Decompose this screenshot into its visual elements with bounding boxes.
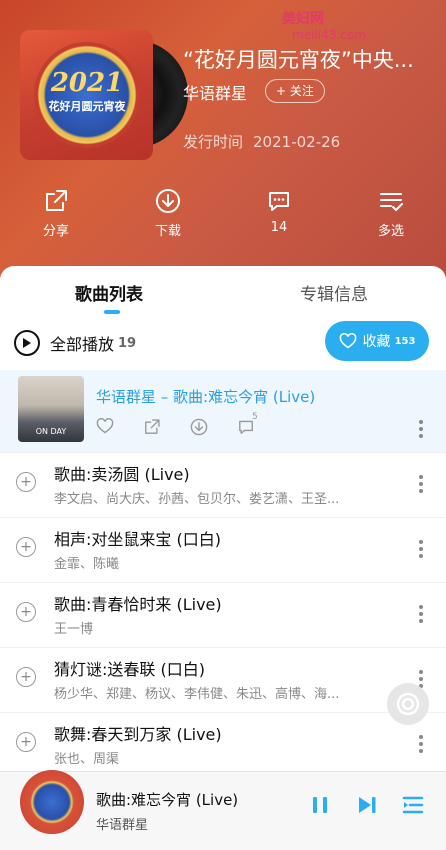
floating-assist-button[interactable] <box>387 683 429 725</box>
comment-icon <box>269 192 289 211</box>
release-label: 发行时间 <box>183 133 244 151</box>
more-options-icon[interactable] <box>418 540 424 561</box>
tab-indicator <box>104 310 120 314</box>
song-name: 相声:对坐鼠来宝 (口白) <box>54 530 221 549</box>
song-row[interactable]: + 歌曲:青春恰时来 (Live) 王一博 <box>0 582 446 647</box>
album-title: “花好月圆元宵夜”中央... <box>183 48 414 72</box>
album-artist[interactable]: 华语群星 <box>183 80 247 104</box>
release-date: 2021-02-26 <box>253 133 341 151</box>
collect-count: 153 <box>394 335 416 347</box>
multi-select-icon <box>380 193 403 211</box>
play-all-button[interactable]: 全部播放 19 <box>14 328 136 358</box>
download-icon <box>156 189 180 213</box>
more-options-icon[interactable] <box>418 475 424 496</box>
tab-album-info[interactable]: 专辑信息 <box>300 280 368 305</box>
row-comment-button[interactable]: 5 <box>237 412 284 440</box>
more-options-icon[interactable] <box>418 605 424 626</box>
like-button[interactable] <box>96 418 143 440</box>
play-icon <box>14 330 40 356</box>
playlist-icon <box>402 796 424 814</box>
song-panel: 歌曲列表 专辑信息 全部播放 19 收藏 153 ON DAY 华语群星 – 歌… <box>0 266 446 850</box>
more-options-icon[interactable] <box>418 735 424 756</box>
song-name: 歌舞:春天到万家 (Live) <box>54 725 222 744</box>
album-cover[interactable]: 2021 花好月圆元宵夜 <box>20 30 153 160</box>
multi-select-label: 多选 <box>377 224 404 239</box>
heart-icon <box>96 418 114 434</box>
album-art: 2021 花好月圆元宵夜 <box>20 30 188 160</box>
collect-label: 收藏 <box>362 334 391 350</box>
play-all-label: 全部播放 <box>50 335 115 354</box>
mini-player[interactable]: 歌曲:难忘今宵 (Live) 华语群星 <box>0 770 446 850</box>
heart-icon <box>339 333 356 349</box>
song-singers: 王一博 <box>54 622 94 637</box>
song-name: 歌曲:青春恰时来 (Live) <box>54 595 222 614</box>
share-icon <box>145 419 160 434</box>
pause-icon <box>313 797 327 813</box>
row-comment-count: 5 <box>252 412 258 422</box>
cover-year: 2021 <box>50 68 124 98</box>
song-row[interactable]: + 歌舞:春天到万家 (Live) 张也、周渠 <box>0 712 446 777</box>
song-singers: 张也、周渠 <box>54 752 120 767</box>
add-icon[interactable]: + <box>16 667 36 687</box>
song-singers: 杨少华、郑建、杨议、李伟健、朱迅、高博、海... <box>54 687 340 702</box>
row-download-button[interactable] <box>190 418 237 440</box>
multi-select-button[interactable]: 多选 <box>361 188 421 239</box>
watermark-line1: 美妇网 <box>282 11 324 27</box>
now-playing-thumbnail: ON DAY <box>18 376 84 442</box>
add-icon[interactable]: + <box>16 602 36 622</box>
watermark: 美妇网 meili43.com <box>282 8 366 42</box>
cover-title: 花好月圆元宵夜 <box>48 100 126 113</box>
now-playing-actions: 5 <box>96 412 284 440</box>
add-icon[interactable]: + <box>16 537 36 557</box>
add-icon[interactable]: + <box>16 732 36 752</box>
share-label: 分享 <box>42 224 69 239</box>
playlist-button[interactable] <box>402 794 424 820</box>
thumb-text: ON DAY <box>35 427 67 436</box>
release-info: 发行时间 2021-02-26 <box>183 131 340 152</box>
collect-button[interactable]: 收藏 153 <box>325 321 429 361</box>
song-singers: 金霏、陈曦 <box>54 557 120 572</box>
download-button[interactable]: 下载 <box>138 188 198 239</box>
add-icon[interactable]: + <box>16 472 36 492</box>
now-playing-title: 华语群星 – 歌曲:难忘今宵 (Live) <box>96 388 316 406</box>
share-icon <box>46 190 67 211</box>
now-playing-row[interactable]: ON DAY 华语群星 – 歌曲:难忘今宵 (Live) 5 <box>0 370 446 452</box>
album-header: 美妇网 meili43.com 2021 花好月圆元宵夜 “花好月圆元宵夜”中央… <box>0 0 446 290</box>
song-count: 19 <box>118 335 137 351</box>
player-disc[interactable] <box>20 770 84 834</box>
song-row[interactable]: + 猜灯谜:送春联 (口白) 杨少华、郑建、杨议、李伟健、朱迅、高博、海... <box>0 647 446 712</box>
row-share-button[interactable] <box>143 418 190 440</box>
pause-button[interactable] <box>310 794 330 820</box>
target-icon <box>396 692 420 716</box>
more-options-icon[interactable] <box>418 420 424 441</box>
song-name: 歌曲:卖汤圆 (Live) <box>54 465 190 484</box>
song-singers: 李文启、尚大庆、孙茜、包贝尔、娄艺潇、王圣... <box>54 492 340 507</box>
next-track-button[interactable] <box>356 794 378 820</box>
share-button[interactable]: 分享 <box>26 188 86 239</box>
tab-song-list[interactable]: 歌曲列表 <box>75 280 143 305</box>
watermark-line2: meili43.com <box>292 28 366 42</box>
song-row[interactable]: + 相声:对坐鼠来宝 (口白) 金霏、陈曦 <box>0 517 446 582</box>
comment-count: 14 <box>270 220 288 235</box>
comment-button[interactable]: 14 <box>249 188 309 235</box>
album-actions: 分享 下载 14 多选 <box>0 188 446 248</box>
player-song-title: 歌曲:难忘今宵 (Live) <box>96 791 239 809</box>
player-artist: 华语群星 <box>96 818 149 833</box>
song-name: 猜灯谜:送春联 (口白) <box>54 660 205 679</box>
download-label: 下载 <box>154 224 181 239</box>
next-icon <box>359 797 376 813</box>
song-row[interactable]: + 歌曲:卖汤圆 (Live) 李文启、尚大庆、孙茜、包贝尔、娄艺潇、王圣... <box>0 452 446 517</box>
follow-button[interactable]: + 关注 <box>265 79 325 103</box>
download-icon <box>190 418 208 436</box>
